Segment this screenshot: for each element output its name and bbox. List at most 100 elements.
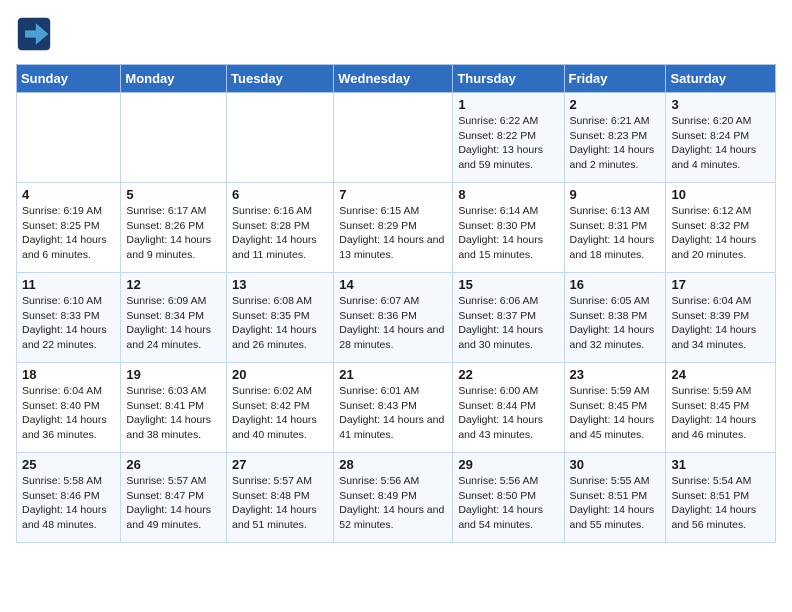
day-number: 21	[339, 367, 447, 382]
day-info: Sunrise: 5:57 AM Sunset: 8:48 PM Dayligh…	[232, 474, 328, 533]
day-number: 25	[22, 457, 115, 472]
logo	[16, 16, 58, 52]
day-info: Sunrise: 6:05 AM Sunset: 8:38 PM Dayligh…	[570, 294, 661, 353]
day-info: Sunrise: 6:17 AM Sunset: 8:26 PM Dayligh…	[126, 204, 221, 263]
day-number: 8	[458, 187, 558, 202]
calendar-cell: 24 Sunrise: 5:59 AM Sunset: 8:45 PM Dayli…	[666, 363, 776, 453]
day-info: Sunrise: 6:12 AM Sunset: 8:32 PM Dayligh…	[671, 204, 770, 263]
day-info: Sunrise: 6:06 AM Sunset: 8:37 PM Dayligh…	[458, 294, 558, 353]
calendar-cell	[121, 93, 227, 183]
calendar-cell: 22 Sunrise: 6:00 AM Sunset: 8:44 PM Dayli…	[453, 363, 564, 453]
day-number: 26	[126, 457, 221, 472]
day-info: Sunrise: 6:04 AM Sunset: 8:39 PM Dayligh…	[671, 294, 770, 353]
col-header-saturday: Saturday	[666, 65, 776, 93]
col-header-thursday: Thursday	[453, 65, 564, 93]
calendar-cell: 7 Sunrise: 6:15 AM Sunset: 8:29 PM Daylig…	[334, 183, 453, 273]
day-info: Sunrise: 6:19 AM Sunset: 8:25 PM Dayligh…	[22, 204, 115, 263]
day-number: 1	[458, 97, 558, 112]
day-number: 15	[458, 277, 558, 292]
day-number: 24	[671, 367, 770, 382]
calendar-cell	[17, 93, 121, 183]
day-number: 19	[126, 367, 221, 382]
day-info: Sunrise: 5:57 AM Sunset: 8:47 PM Dayligh…	[126, 474, 221, 533]
calendar-cell: 19Sunrise: 6:03 AM Sunset: 8:41 PM Dayli…	[121, 363, 227, 453]
calendar-week-row: 11 Sunrise: 6:10 AM Sunset: 8:33 PM Dayli…	[17, 273, 776, 363]
calendar-cell: 26 Sunrise: 5:57 AM Sunset: 8:47 PM Dayli…	[121, 453, 227, 543]
calendar-cell: 28Sunrise: 5:56 AM Sunset: 8:49 PM Dayli…	[334, 453, 453, 543]
day-number: 3	[671, 97, 770, 112]
day-number: 18	[22, 367, 115, 382]
col-header-sunday: Sunday	[17, 65, 121, 93]
day-info: Sunrise: 5:58 AM Sunset: 8:46 PM Dayligh…	[22, 474, 115, 533]
calendar-cell: 21Sunrise: 6:01 AM Sunset: 8:43 PM Dayli…	[334, 363, 453, 453]
day-number: 30	[570, 457, 661, 472]
day-info: Sunrise: 6:07 AM Sunset: 8:36 PM Dayligh…	[339, 294, 447, 353]
day-number: 22	[458, 367, 558, 382]
day-number: 23	[570, 367, 661, 382]
col-header-wednesday: Wednesday	[334, 65, 453, 93]
day-info: Sunrise: 6:00 AM Sunset: 8:44 PM Dayligh…	[458, 384, 558, 443]
day-number: 6	[232, 187, 328, 202]
calendar-cell: 30 Sunrise: 5:55 AM Sunset: 8:51 PM Dayli…	[564, 453, 666, 543]
calendar-cell: 11 Sunrise: 6:10 AM Sunset: 8:33 PM Dayli…	[17, 273, 121, 363]
calendar-cell: 15 Sunrise: 6:06 AM Sunset: 8:37 PM Dayli…	[453, 273, 564, 363]
day-number: 5	[126, 187, 221, 202]
day-number: 4	[22, 187, 115, 202]
calendar-week-row: 25 Sunrise: 5:58 AM Sunset: 8:46 PM Dayli…	[17, 453, 776, 543]
day-number: 16	[570, 277, 661, 292]
calendar-cell: 13Sunrise: 6:08 AM Sunset: 8:35 PM Dayli…	[227, 273, 334, 363]
calendar-cell: 29Sunrise: 5:56 AM Sunset: 8:50 PM Dayli…	[453, 453, 564, 543]
day-info: Sunrise: 6:20 AM Sunset: 8:24 PM Dayligh…	[671, 114, 770, 173]
day-info: Sunrise: 6:02 AM Sunset: 8:42 PM Dayligh…	[232, 384, 328, 443]
calendar-cell: 31Sunrise: 5:54 AM Sunset: 8:51 PM Dayli…	[666, 453, 776, 543]
day-info: Sunrise: 6:21 AM Sunset: 8:23 PM Dayligh…	[570, 114, 661, 173]
calendar-cell: 14 Sunrise: 6:07 AM Sunset: 8:36 PM Dayli…	[334, 273, 453, 363]
day-number: 29	[458, 457, 558, 472]
calendar-table: SundayMondayTuesdayWednesdayThursdayFrid…	[16, 64, 776, 543]
calendar-cell: 10 Sunrise: 6:12 AM Sunset: 8:32 PM Dayli…	[666, 183, 776, 273]
calendar-cell	[334, 93, 453, 183]
col-header-tuesday: Tuesday	[227, 65, 334, 93]
day-info: Sunrise: 6:22 AM Sunset: 8:22 PM Dayligh…	[458, 114, 558, 173]
calendar-cell	[227, 93, 334, 183]
day-info: Sunrise: 6:08 AM Sunset: 8:35 PM Dayligh…	[232, 294, 328, 353]
calendar-cell: 23 Sunrise: 5:59 AM Sunset: 8:45 PM Dayli…	[564, 363, 666, 453]
day-number: 2	[570, 97, 661, 112]
calendar-cell: 6 Sunrise: 6:16 AM Sunset: 8:28 PM Daylig…	[227, 183, 334, 273]
calendar-cell: 2 Sunrise: 6:21 AM Sunset: 8:23 PM Daylig…	[564, 93, 666, 183]
day-info: Sunrise: 6:16 AM Sunset: 8:28 PM Dayligh…	[232, 204, 328, 263]
col-header-monday: Monday	[121, 65, 227, 93]
day-info: Sunrise: 6:04 AM Sunset: 8:40 PM Dayligh…	[22, 384, 115, 443]
calendar-week-row: 1 Sunrise: 6:22 AM Sunset: 8:22 PM Daylig…	[17, 93, 776, 183]
calendar-cell: 8Sunrise: 6:14 AM Sunset: 8:30 PM Daylig…	[453, 183, 564, 273]
calendar-cell: 27 Sunrise: 5:57 AM Sunset: 8:48 PM Dayli…	[227, 453, 334, 543]
day-info: Sunrise: 6:09 AM Sunset: 8:34 PM Dayligh…	[126, 294, 221, 353]
logo-icon	[16, 16, 52, 52]
calendar-cell: 4 Sunrise: 6:19 AM Sunset: 8:25 PM Daylig…	[17, 183, 121, 273]
calendar-week-row: 18 Sunrise: 6:04 AM Sunset: 8:40 PM Dayli…	[17, 363, 776, 453]
day-number: 31	[671, 457, 770, 472]
calendar-header-row: SundayMondayTuesdayWednesdayThursdayFrid…	[17, 65, 776, 93]
calendar-cell: 9 Sunrise: 6:13 AM Sunset: 8:31 PM Daylig…	[564, 183, 666, 273]
day-info: Sunrise: 6:15 AM Sunset: 8:29 PM Dayligh…	[339, 204, 447, 263]
day-number: 27	[232, 457, 328, 472]
day-info: Sunrise: 5:59 AM Sunset: 8:45 PM Dayligh…	[570, 384, 661, 443]
day-info: Sunrise: 5:55 AM Sunset: 8:51 PM Dayligh…	[570, 474, 661, 533]
day-info: Sunrise: 6:13 AM Sunset: 8:31 PM Dayligh…	[570, 204, 661, 263]
day-number: 12	[126, 277, 221, 292]
calendar-cell: 1 Sunrise: 6:22 AM Sunset: 8:22 PM Daylig…	[453, 93, 564, 183]
day-info: Sunrise: 6:10 AM Sunset: 8:33 PM Dayligh…	[22, 294, 115, 353]
day-number: 7	[339, 187, 447, 202]
day-info: Sunrise: 5:56 AM Sunset: 8:49 PM Dayligh…	[339, 474, 447, 533]
calendar-cell: 16 Sunrise: 6:05 AM Sunset: 8:38 PM Dayli…	[564, 273, 666, 363]
day-number: 14	[339, 277, 447, 292]
day-info: Sunrise: 5:59 AM Sunset: 8:45 PM Dayligh…	[671, 384, 770, 443]
calendar-week-row: 4 Sunrise: 6:19 AM Sunset: 8:25 PM Daylig…	[17, 183, 776, 273]
day-number: 9	[570, 187, 661, 202]
calendar-cell: 18 Sunrise: 6:04 AM Sunset: 8:40 PM Dayli…	[17, 363, 121, 453]
day-number: 17	[671, 277, 770, 292]
calendar-cell: 25 Sunrise: 5:58 AM Sunset: 8:46 PM Dayli…	[17, 453, 121, 543]
day-number: 10	[671, 187, 770, 202]
calendar-cell: 20Sunrise: 6:02 AM Sunset: 8:42 PM Dayli…	[227, 363, 334, 453]
day-number: 11	[22, 277, 115, 292]
